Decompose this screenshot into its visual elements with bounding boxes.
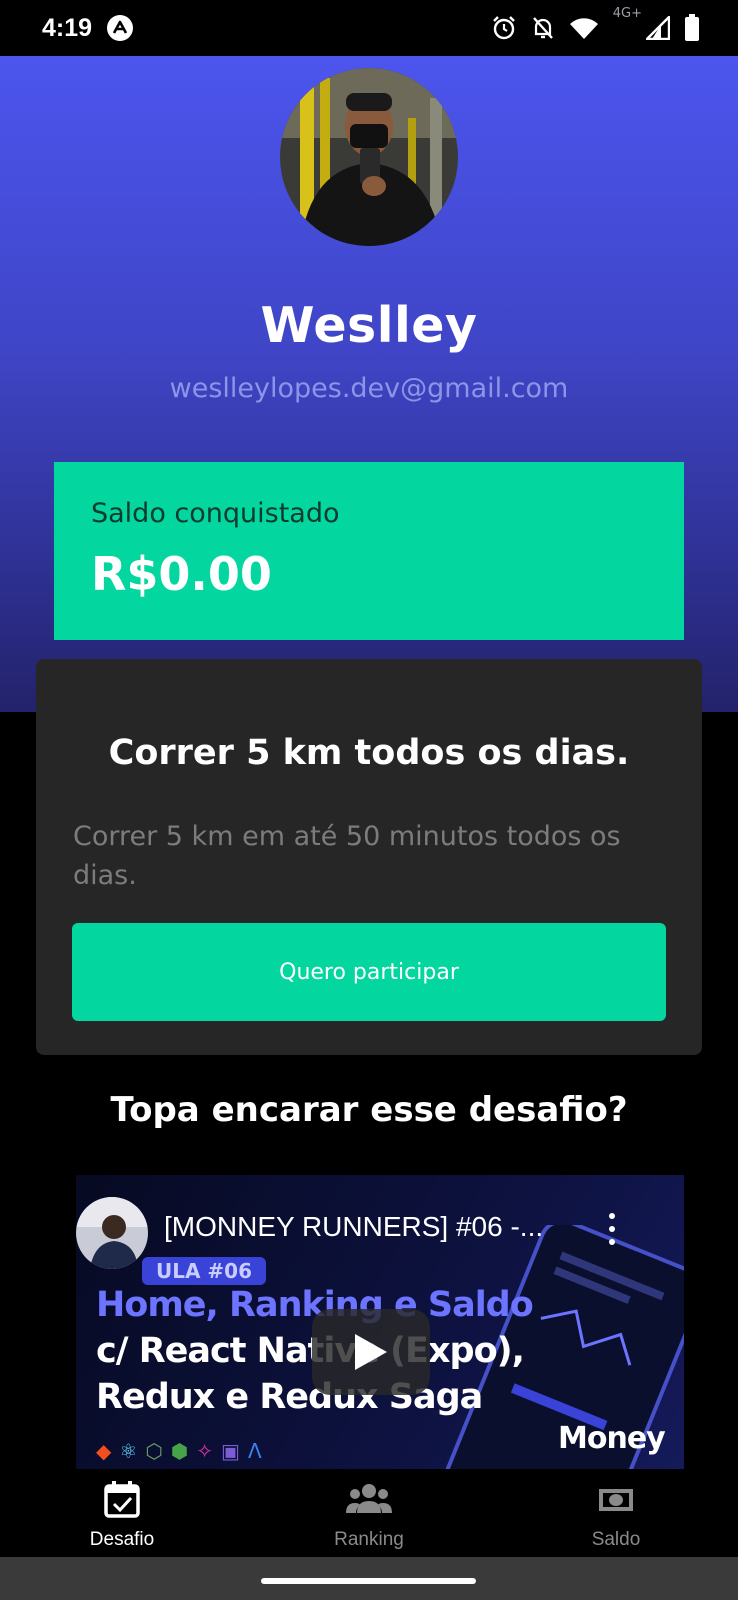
play-button[interactable] — [312, 1309, 430, 1395]
battery-icon — [685, 14, 699, 41]
mongodb-icon: ⬢ — [170, 1439, 189, 1463]
join-challenge-button[interactable]: Quero participar — [72, 923, 666, 1021]
profile-avatar[interactable] — [280, 68, 458, 246]
play-icon — [355, 1334, 387, 1370]
challenge-card: Correr 5 km todos os dias. Correr 5 km e… — [36, 659, 702, 1055]
react-icon: ⚛ — [119, 1439, 138, 1463]
challenge-prompt: Topa encarar esse desafio? — [110, 1090, 628, 1130]
signal-icon — [646, 16, 670, 40]
arcane-icon: Λ — [247, 1439, 262, 1463]
notifications-off-icon — [532, 17, 553, 39]
video-thumbnail-headline-2: c/ React Native (Expo), — [96, 1331, 525, 1371]
tab-saldo[interactable]: Saldo — [516, 1469, 716, 1557]
tab-label-saldo: Saldo — [591, 1529, 641, 1550]
app-logo-icon — [107, 15, 134, 41]
video-player[interactable]: ULA #06 Home, Ranking e Saldo c/ React N… — [76, 1175, 684, 1469]
home-gesture-bar[interactable] — [261, 1578, 476, 1584]
figma-icon: ◆ — [96, 1439, 112, 1463]
nodejs-icon: ⬡ — [145, 1439, 163, 1463]
balance-label: Saldo conquistado — [91, 498, 340, 529]
tab-label-ranking: Ranking — [334, 1529, 404, 1550]
status-time: 4:19 — [42, 13, 93, 42]
tab-desafio[interactable]: Desafio — [22, 1469, 222, 1557]
tab-ranking[interactable]: Ranking — [269, 1469, 469, 1557]
video-tech-icons: ◆ ⚛ ⬡ ⬢ ✧ ▣ Λ — [96, 1439, 262, 1463]
wifi-icon — [569, 18, 598, 39]
graphql-icon: ✧ — [196, 1439, 214, 1463]
people-icon — [346, 1484, 392, 1513]
channel-avatar[interactable] — [76, 1197, 148, 1269]
challenge-title: Correr 5 km todos os dias. — [108, 733, 630, 773]
alarm-icon — [492, 16, 515, 40]
profile-name: Weslley — [260, 297, 478, 354]
video-title[interactable]: [MONNEY RUNNERS] #06 -... — [164, 1211, 584, 1243]
calendar-check-icon — [104, 1481, 140, 1518]
money-icon — [599, 1489, 633, 1511]
video-brand-logo: Money — [558, 1421, 666, 1456]
heroku-icon: ▣ — [221, 1439, 240, 1463]
system-navigation-bar — [0, 1557, 738, 1600]
video-thumbnail-tag: ULA #06 — [142, 1257, 267, 1285]
tab-label-desafio: Desafio — [89, 1529, 155, 1550]
status-bar: 4:19 4G+ — [0, 0, 738, 56]
network-type: 4G+ — [612, 6, 642, 21]
bottom-tab-bar: Desafio Ranking Saldo — [0, 1469, 738, 1557]
challenge-description: Correr 5 km em até 50 minutos todos os d… — [73, 821, 621, 891]
balance-card: Saldo conquistado R$0.00 — [54, 462, 684, 640]
profile-email: weslleylopes.dev@gmail.com — [169, 373, 569, 404]
more-options-icon[interactable] — [602, 1213, 622, 1245]
balance-value: R$0.00 — [91, 547, 272, 601]
